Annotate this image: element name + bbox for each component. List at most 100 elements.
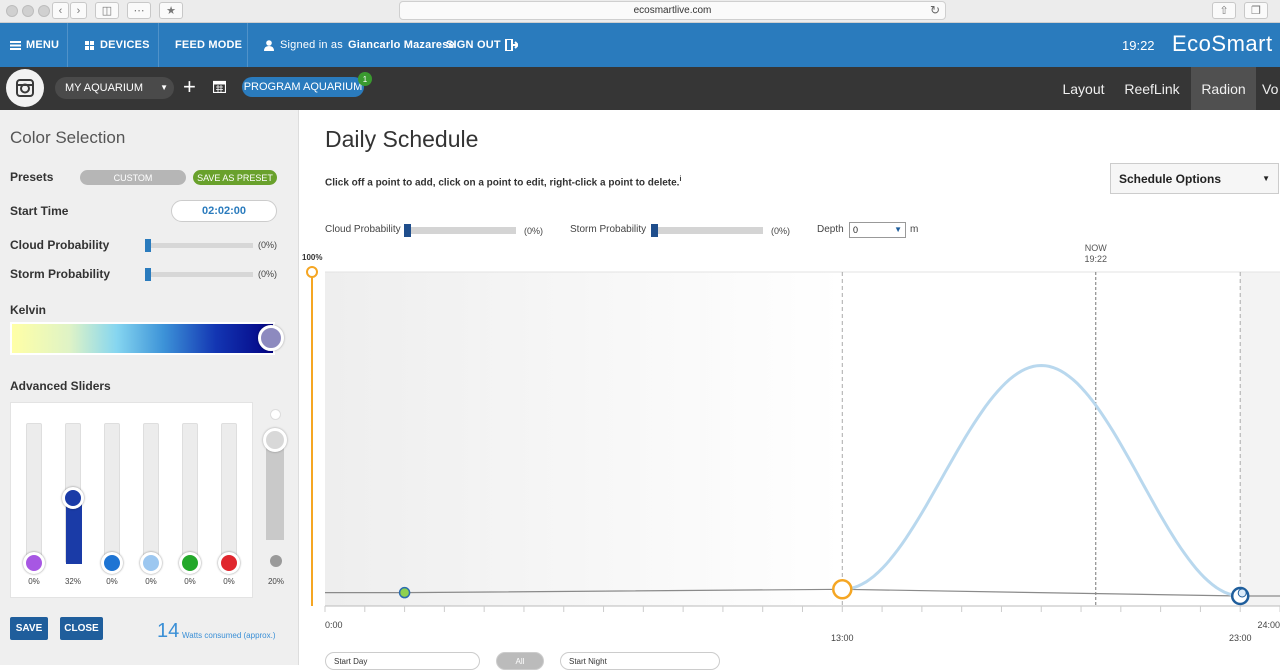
schedule-options-select[interactable]: Schedule Options ▼ (1110, 163, 1279, 194)
devices-button[interactable]: DEVICES (85, 23, 150, 67)
cloud-probability-value: (0%) (258, 240, 278, 250)
program-aquarium-button[interactable]: PROGRAM AQUARIUM (242, 77, 364, 97)
schedule-storm-value: (0%) (771, 226, 791, 236)
feed-mode-label: FEED MODE (175, 39, 243, 51)
channel-slider-value: 32% (64, 577, 81, 586)
channel-slider-track[interactable] (182, 423, 198, 563)
url-bar[interactable]: ecosmartlive.com ↻ (399, 1, 946, 20)
window-minimize-icon[interactable] (22, 5, 34, 17)
advanced-sliders-label: Advanced Sliders (10, 379, 111, 393)
save-as-preset-button[interactable]: SAVE AS PRESET (193, 170, 277, 185)
cloud-probability-label: Cloud Probability (10, 238, 110, 252)
reload-icon[interactable]: ↻ (930, 3, 940, 17)
intensity-curve[interactable] (842, 363, 1241, 598)
star-icon[interactable]: ★ (159, 2, 183, 19)
feed-mode-button[interactable]: FEED MODE (175, 23, 242, 67)
menu-button[interactable]: MENU (10, 23, 59, 67)
chevron-down-icon: ▼ (160, 83, 168, 92)
instructions-text: Click off a point to add, click on a poi… (325, 177, 680, 189)
storm-probability-label: Storm Probability (570, 224, 647, 235)
channel-slider-track[interactable] (221, 423, 237, 563)
sign-out-icon (504, 39, 518, 51)
cloud-probability-label: Cloud Probability (325, 224, 401, 235)
info-icon[interactable]: i (679, 176, 681, 183)
clock: 19:22 (1122, 38, 1155, 53)
window-close-icon[interactable] (6, 5, 18, 17)
schedule-chart-svg[interactable]: NOW19:22 100% 0:00 13:00 23:00 24:00 (300, 240, 1280, 665)
schedule-point-selected[interactable] (832, 579, 853, 600)
daily-schedule-chart[interactable]: NOW 19:22 100% 0:00 13:00 23:00 24:00 (300, 240, 1280, 665)
channel-slider-track[interactable] (26, 423, 42, 563)
channel-slider-knob[interactable] (101, 552, 123, 574)
sign-out-label: SIGN OUT (446, 39, 501, 51)
channel-slider-knob[interactable] (23, 552, 45, 574)
kelvin-thumb[interactable] (258, 325, 284, 351)
nav-divider (247, 23, 248, 67)
window-zoom-icon[interactable] (38, 5, 50, 17)
start-time-input[interactable]: 02:02:00 (171, 200, 277, 222)
intensity-handle[interactable] (306, 266, 318, 278)
nav-divider (158, 23, 159, 67)
channel-slider-knob[interactable] (62, 487, 84, 510)
schedule-point[interactable] (398, 586, 411, 599)
channel-slider-value: 0% (28, 577, 40, 586)
page-title: Daily Schedule (325, 126, 479, 152)
kelvin-slider[interactable] (10, 322, 275, 355)
storm-probability-slider[interactable] (145, 268, 253, 281)
forward-icon[interactable]: › (70, 2, 87, 19)
watts-value: 14 (157, 620, 180, 642)
hamburger-icon (10, 40, 21, 50)
tab-reeflink[interactable]: ReefLink (1118, 67, 1186, 110)
start-night-label: Start Night (569, 656, 607, 666)
tab-layout[interactable]: Layout (1055, 67, 1112, 110)
share-icon[interactable]: ⇧ (1212, 2, 1236, 19)
advanced-sliders (10, 402, 253, 598)
all-button[interactable]: All (496, 652, 544, 670)
channel-slider-track[interactable] (104, 423, 120, 563)
x-tick-label: 24:00 (1257, 620, 1280, 630)
start-day-control[interactable]: Start Day (325, 652, 480, 670)
channel-slider-value: 0% (106, 577, 118, 586)
channel-slider-knob[interactable] (179, 552, 201, 574)
back-icon[interactable]: ‹ (52, 2, 69, 19)
user-icon (264, 39, 274, 51)
depth-select[interactable]: 0 ▼ (849, 222, 906, 238)
save-button[interactable]: SAVE (10, 617, 48, 640)
tab-radion[interactable]: Radion (1191, 67, 1256, 110)
slider-thumb[interactable] (651, 224, 658, 237)
slider-thumb[interactable] (145, 239, 151, 252)
nav-divider (67, 23, 68, 67)
schedule-cloud-slider[interactable] (404, 224, 516, 237)
cloud-probability-slider[interactable] (145, 239, 253, 252)
tab-vortech[interactable]: Vo (1262, 67, 1280, 110)
storm-probability-value: (0%) (258, 269, 278, 279)
channel-slider-knob[interactable] (140, 552, 162, 574)
channel-slider-track[interactable] (143, 423, 159, 563)
y-axis-top-label: 100% (302, 253, 322, 262)
channel-slider-knob[interactable] (218, 552, 240, 574)
close-button[interactable]: CLOSE (60, 617, 103, 640)
notification-badge: 1 (358, 72, 372, 86)
add-aquarium-icon[interactable]: + (183, 75, 196, 99)
depth-value: 0 (853, 225, 859, 235)
start-time-label: Start Time (10, 204, 69, 218)
sign-out-button[interactable]: SIGN OUT (446, 23, 518, 67)
preset-select[interactable]: CUSTOM (80, 170, 186, 185)
calendar-icon[interactable] (213, 80, 226, 93)
aquarium-name: MY AQUARIUM (65, 82, 144, 94)
x-tick-label: 23:00 (1229, 633, 1252, 643)
slider-thumb[interactable] (404, 224, 411, 237)
start-night-control[interactable]: Start Night (560, 652, 720, 670)
schedule-cloud-value: (0%) (524, 226, 544, 236)
master-intensity-knob[interactable] (263, 428, 287, 452)
camera-button[interactable] (6, 69, 44, 107)
grid-icon[interactable]: ⋯ (127, 2, 151, 19)
tabs-icon[interactable]: ❐ (1244, 2, 1268, 19)
aquarium-select[interactable]: MY AQUARIUM ▼ (55, 77, 174, 99)
schedule-storm-slider[interactable] (651, 224, 763, 237)
slider-thumb[interactable] (145, 268, 151, 281)
aquarium-toolbar: MY AQUARIUM ▼ + PROGRAM AQUARIUM 1 Layou… (0, 67, 1280, 110)
sidebar-icon[interactable]: ◫ (95, 2, 119, 19)
depth-label: Depth (817, 224, 844, 235)
signed-in-info: Signed in as Giancarlo Mazarese (264, 23, 455, 67)
